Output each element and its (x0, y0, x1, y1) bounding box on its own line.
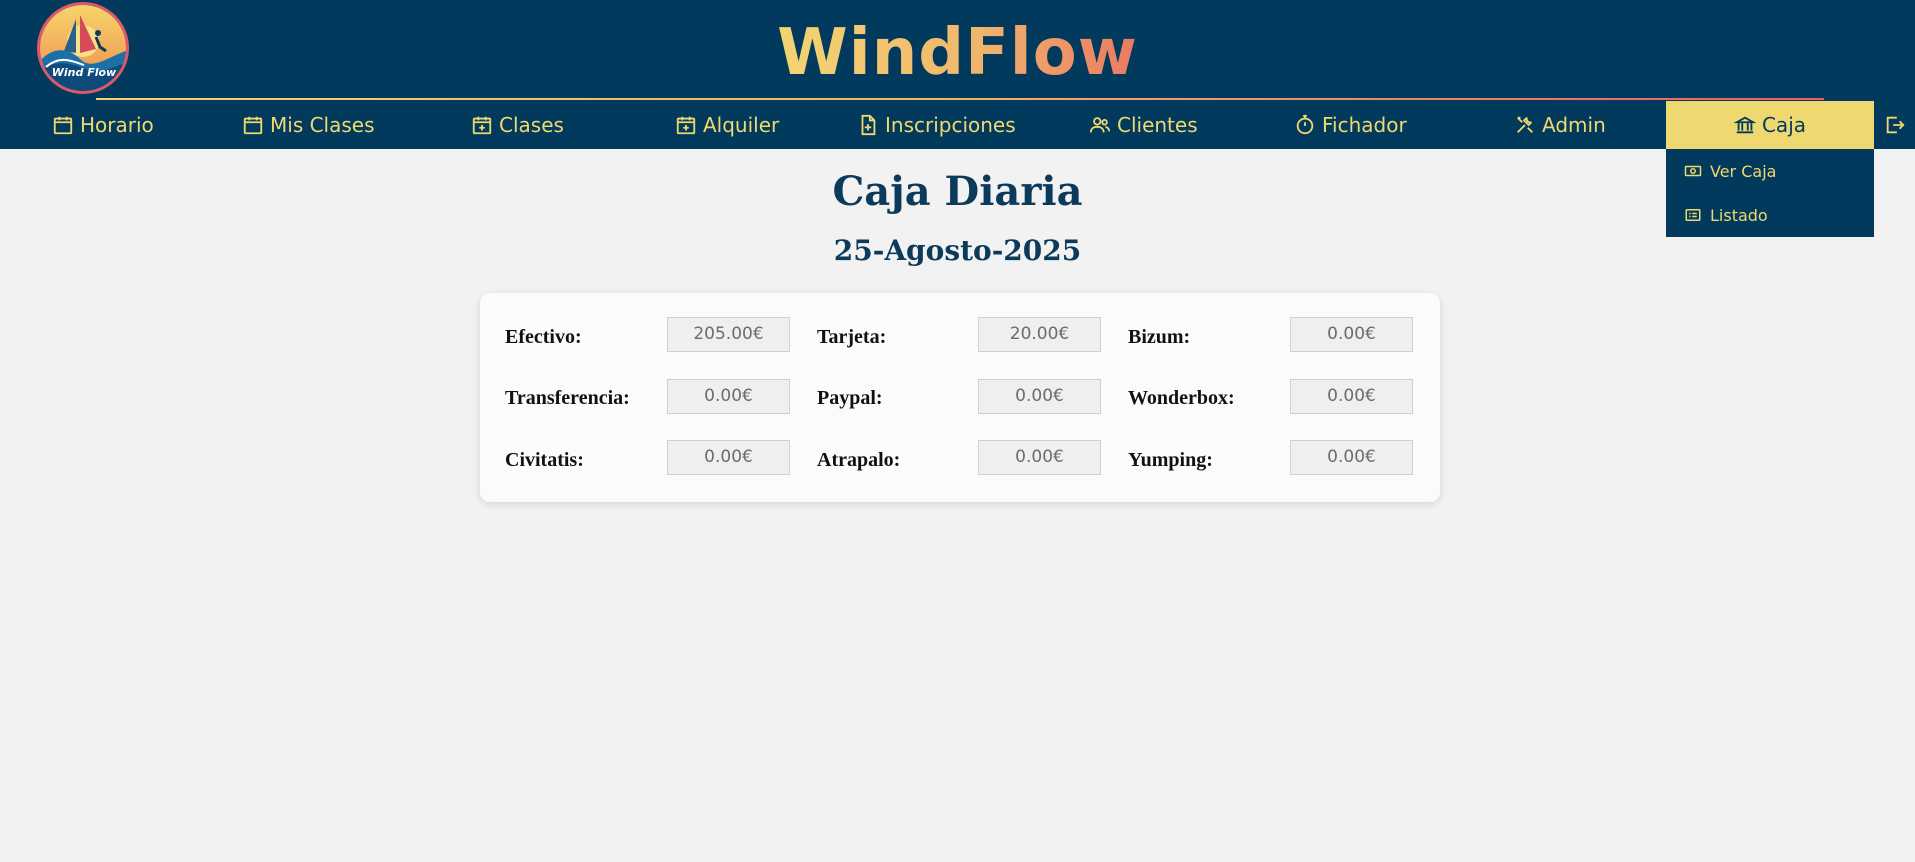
nav-item-admin[interactable]: Admin (1514, 101, 1606, 149)
nav-item-horario[interactable]: Horario (52, 101, 154, 149)
totals-card: Efectivo: 205.00€ Tarjeta: 20.00€ Bizum:… (480, 293, 1440, 502)
wonderbox-field: 0.00€ (1290, 379, 1413, 414)
nav-item-clientes[interactable]: Clientes (1089, 101, 1198, 149)
paypal-label: Paypal: (817, 387, 883, 409)
nav-label-admin: Admin (1542, 113, 1606, 137)
stopwatch-icon (1296, 114, 1314, 135)
nav-label-horario: Horario (80, 113, 154, 137)
calendar-icon (243, 116, 263, 135)
atrapalo-field: 0.00€ (978, 440, 1101, 475)
nav-label-mis-clases: Mis Clases (270, 113, 375, 137)
nav-item-mis-clases[interactable]: Mis Clases (242, 101, 375, 149)
page-date: 25-Agosto-2025 (833, 234, 1082, 267)
bizum-field: 0.00€ (1290, 317, 1413, 352)
nav-label-clientes: Clientes (1117, 113, 1198, 137)
efectivo-label: Efectivo: (505, 326, 582, 348)
civitatis-label: Civitatis: (505, 449, 584, 471)
nav-item-clases[interactable]: Clases (471, 101, 564, 149)
header-accent-line (96, 98, 1824, 100)
wonderbox-label: Wonderbox: (1128, 387, 1235, 409)
file-plus-icon (861, 114, 876, 136)
efectivo-field: 205.00€ (667, 317, 790, 352)
bank-icon (1733, 116, 1756, 134)
nav-label-caja: Caja (1761, 113, 1807, 137)
nav-label-alquiler: Alquiler (703, 113, 780, 137)
logout-icon (1886, 116, 1905, 134)
nav-label-inscripciones: Inscripciones (885, 113, 1016, 137)
nav-item-fichador[interactable]: Fichador (1294, 101, 1407, 149)
tarjeta-field: 20.00€ (978, 317, 1101, 352)
nav-label-fichador: Fichador (1322, 113, 1407, 137)
page-title: Caja Diaria (832, 168, 1083, 215)
atrapalo-label: Atrapalo: (817, 449, 901, 471)
nav-label-clases: Clases (499, 113, 564, 137)
paypal-field: 0.00€ (978, 379, 1101, 414)
calendar-plus-icon (676, 116, 696, 135)
calendar-plus-icon (472, 116, 492, 135)
yumping-field: 0.00€ (1290, 440, 1413, 475)
civitatis-field: 0.00€ (667, 440, 790, 475)
bizum-label: Bizum: (1128, 326, 1191, 348)
yumping-label: Yumping: (1128, 449, 1213, 471)
brand-title: WindFlow (777, 16, 1138, 90)
app-header: Wind Flow WindFlow Horario Mis Clases Cl… (0, 0, 1915, 149)
nav-item-inscripciones[interactable]: Inscripciones (857, 101, 1016, 149)
tarjeta-label: Tarjeta: (817, 326, 887, 348)
main-nav: Horario Mis Clases Clases Alquiler Inscr… (0, 101, 1915, 149)
nav-item-alquiler[interactable]: Alquiler (675, 101, 779, 149)
calendar-icon (53, 116, 73, 135)
tools-icon (1517, 116, 1533, 133)
transferencia-field: 0.00€ (667, 379, 790, 414)
logout-button[interactable] (1884, 101, 1906, 149)
users-icon (1089, 117, 1111, 133)
nav-item-caja[interactable]: Caja (1666, 101, 1874, 149)
transferencia-label: Transferencia: (505, 387, 630, 409)
